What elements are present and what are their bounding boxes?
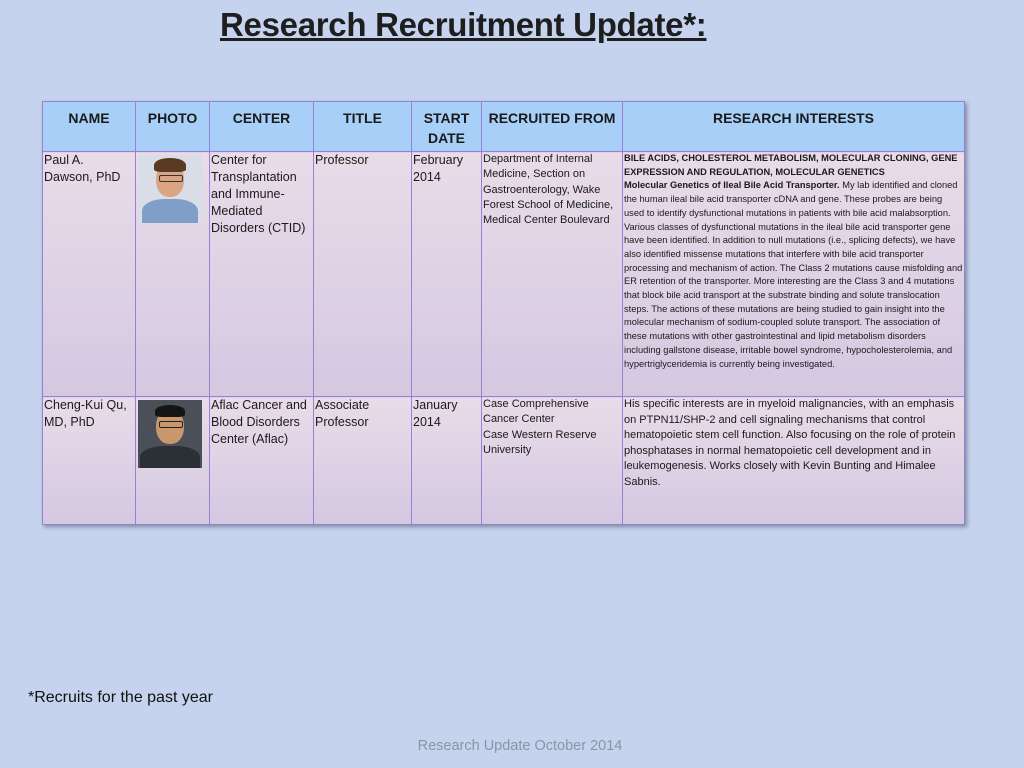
- interests-heading: BILE ACIDS, CHOLESTEROL METABOLISM, MOLE…: [624, 153, 958, 177]
- recruit-title: Associate Professor: [315, 398, 370, 429]
- table-header-row: NAME PHOTO CENTER TITLE START DATE RECRU…: [42, 101, 965, 152]
- recruited-from-cell: Case Comprehensive Cancer Center Case We…: [481, 396, 623, 525]
- recruit-photo: [138, 400, 202, 468]
- recruitment-table: NAME PHOTO CENTER TITLE START DATE RECRU…: [42, 101, 965, 525]
- header-photo: PHOTO: [135, 101, 210, 152]
- recruit-start-date: January 2014: [413, 398, 458, 429]
- research-interests-cell: His specific interests are in myeloid ma…: [622, 396, 965, 525]
- start-date-cell: February 2014: [411, 151, 482, 397]
- recruit-name: Paul A. Dawson, PhD: [44, 153, 121, 184]
- recruited-from-cell: Department of Internal Medicine, Section…: [481, 151, 623, 397]
- slide-title: Research Recruitment Update*:: [220, 6, 707, 43]
- origin-line-2: Case Western Reserve University: [483, 428, 597, 456]
- recruit-origin: Department of Internal Medicine, Section…: [483, 153, 614, 227]
- research-interests-text: BILE ACIDS, CHOLESTEROL METABOLISM, MOLE…: [623, 152, 964, 371]
- interests-subheading: Molecular Genetics of Ileal Bile Acid Tr…: [624, 180, 840, 191]
- research-interests-text: His specific interests are in myeloid ma…: [624, 398, 956, 488]
- photo-cell: [135, 396, 210, 525]
- center-cell: Aflac Cancer and Blood Disorders Center …: [209, 396, 314, 525]
- header-title: TITLE: [313, 101, 412, 152]
- footnote: *Recruits for the past year: [28, 689, 213, 706]
- center-cell: Center for Transplantation and Immune-Me…: [209, 151, 314, 397]
- start-date-cell: January 2014: [411, 396, 482, 525]
- title-cell: Professor: [313, 151, 412, 397]
- research-interests-cell: BILE ACIDS, CHOLESTEROL METABOLISM, MOLE…: [622, 151, 965, 397]
- header-center: CENTER: [209, 101, 314, 152]
- slide-footer: Research Update October 2014: [417, 738, 623, 754]
- recruit-origin: Case Comprehensive Cancer Center Case We…: [482, 397, 622, 458]
- table-row: Cheng-Kui Qu, MD, PhD Aflac Cancer and B…: [42, 396, 965, 525]
- header-research-interests: RESEARCH INTERESTS: [622, 101, 965, 152]
- header-start-date: START DATE: [411, 101, 482, 152]
- name-cell: Cheng-Kui Qu, MD, PhD: [42, 396, 136, 525]
- name-cell: Paul A. Dawson, PhD: [42, 151, 136, 397]
- recruit-center: Aflac Cancer and Blood Disorders Center …: [211, 398, 307, 446]
- recruit-title: Professor: [315, 153, 369, 167]
- photo-cell: [135, 151, 210, 397]
- recruit-photo: [138, 155, 202, 223]
- table-row: Paul A. Dawson, PhD Center for Transplan…: [42, 151, 965, 397]
- interests-body: My lab identified and cloned the human i…: [624, 180, 963, 369]
- header-name: NAME: [42, 101, 136, 152]
- recruit-name: Cheng-Kui Qu, MD, PhD: [44, 398, 127, 429]
- recruit-start-date: February 2014: [413, 153, 464, 184]
- origin-line-1: Case Comprehensive Cancer Center: [483, 398, 589, 426]
- recruit-center: Center for Transplantation and Immune-Me…: [211, 153, 306, 235]
- header-recruited-from: RECRUITED FROM: [481, 101, 623, 152]
- title-cell: Associate Professor: [313, 396, 412, 525]
